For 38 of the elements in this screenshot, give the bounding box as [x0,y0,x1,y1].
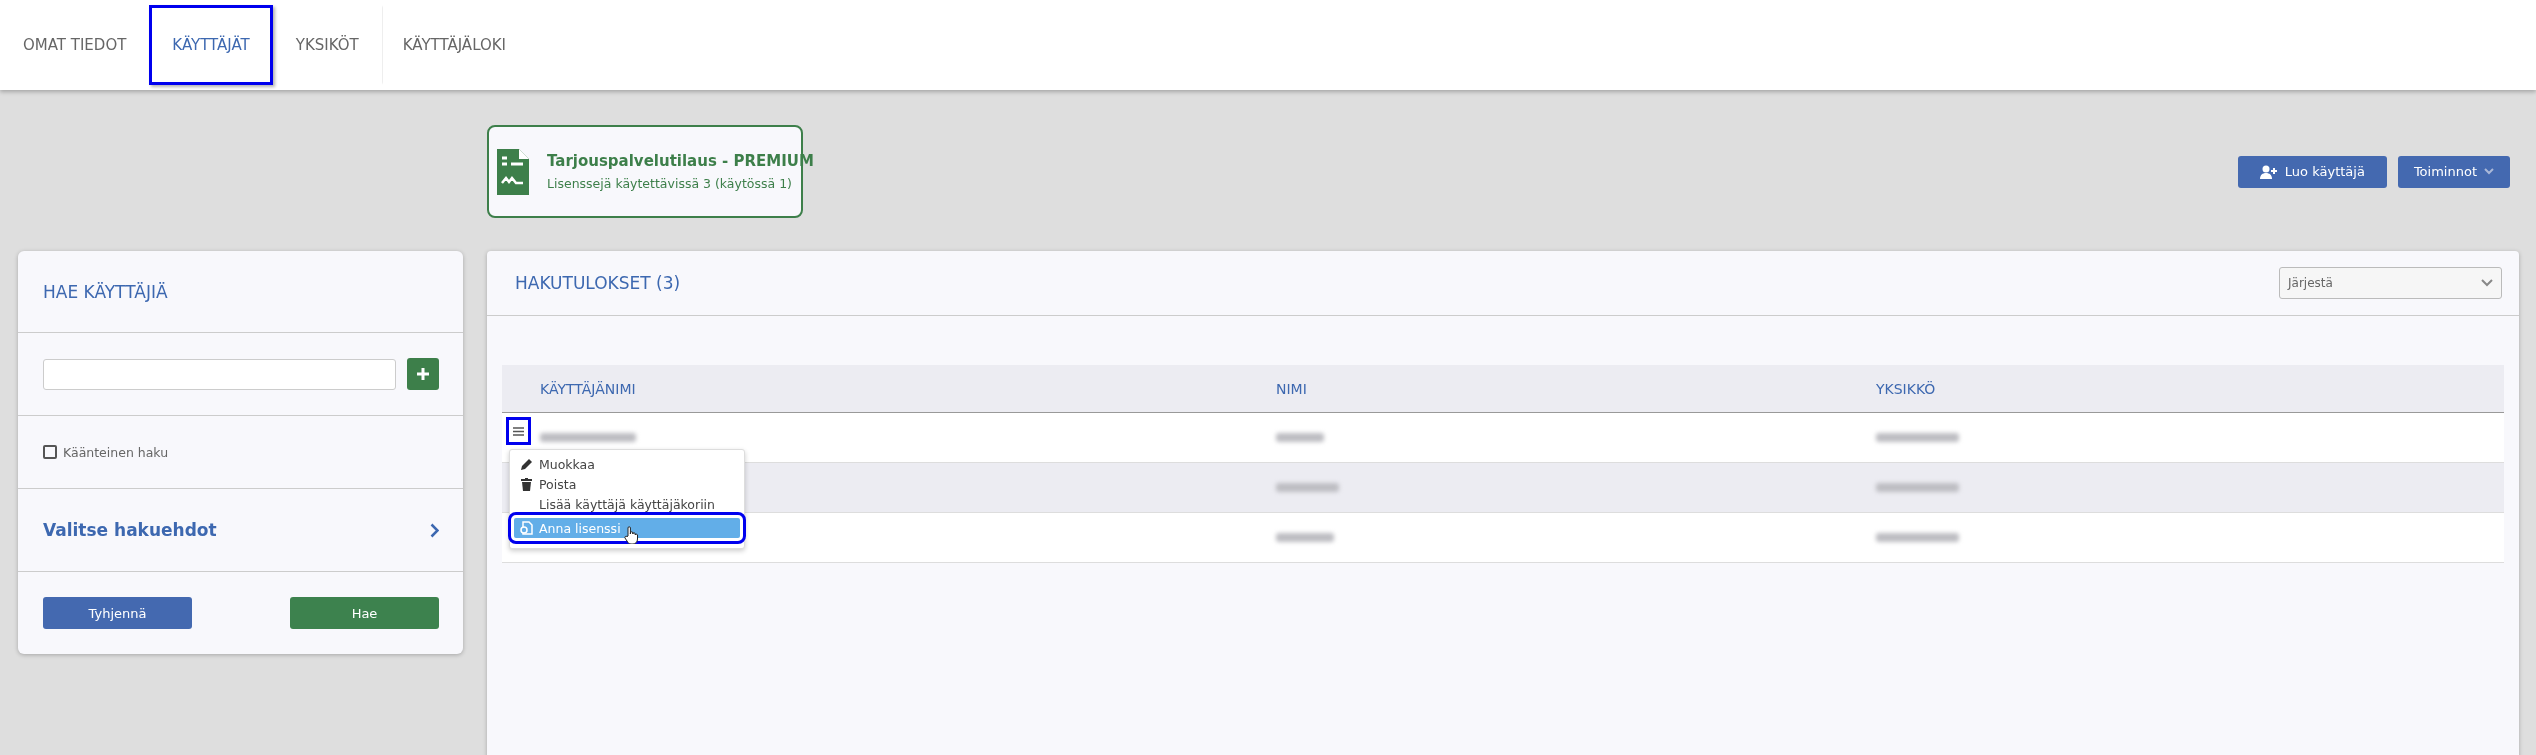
blurred-text [1276,433,1324,442]
tab[interactable]: KÄYTTÄJÄLOKI [381,5,530,85]
trash-icon [521,477,532,491]
add-button[interactable] [407,358,439,390]
pencil-icon [520,457,533,471]
chevron-down-icon [2481,279,2493,287]
clear-button[interactable]: Tyhjennä [43,597,192,629]
search-button[interactable]: Hae [290,597,439,629]
document-chart-icon [497,148,529,195]
menu-item[interactable]: Poista [514,474,740,494]
search-criteria-link[interactable]: Valitse hakuehdot [43,520,430,540]
column-header[interactable]: KÄYTTÄJÄNIMI [502,380,1238,397]
checkbox-label: Käänteinen haku [63,444,169,460]
menu-item[interactable]: Lisää käyttäjä käyttäjäkoriin [514,494,740,514]
plus-icon [417,368,429,380]
menu-item[interactable]: Muokkaa [514,454,740,474]
menu-icon [513,426,524,436]
tab[interactable]: OMAT TIEDOT [0,5,150,85]
menu-button[interactable] [506,417,531,445]
search-field[interactable] [43,358,396,390]
add-user-icon [2259,164,2278,179]
hand-cursor-icon [624,526,638,544]
create-user-button[interactable]: Luo käyttäjä [2237,155,2387,188]
column-header[interactable]: YKSIKKÖ [1838,380,2504,397]
results-title: HAKUTULOKSET (3) [515,273,682,293]
actions-dropdown-button[interactable]: Toiminnot [2397,155,2510,188]
blurred-text [1276,483,1339,492]
chevron-right-icon[interactable] [430,522,439,538]
column-header[interactable]: NIMI [1238,380,1838,397]
document-icon [520,521,533,535]
license-count: Lisenssejä käytettävissä 3 (käytössä 1) [547,176,793,191]
checkbox[interactable] [43,445,57,459]
blurred-text [1276,533,1334,542]
tab[interactable]: YKSIKÖT [272,5,382,85]
tab[interactable]: KÄYTTÄJÄT [149,5,273,85]
panel-title: HAE KÄYTTÄJIÄ [43,281,168,302]
sort-dropdown[interactable]: Järjestä [2279,267,2502,299]
chevron-down-icon [2484,168,2494,175]
